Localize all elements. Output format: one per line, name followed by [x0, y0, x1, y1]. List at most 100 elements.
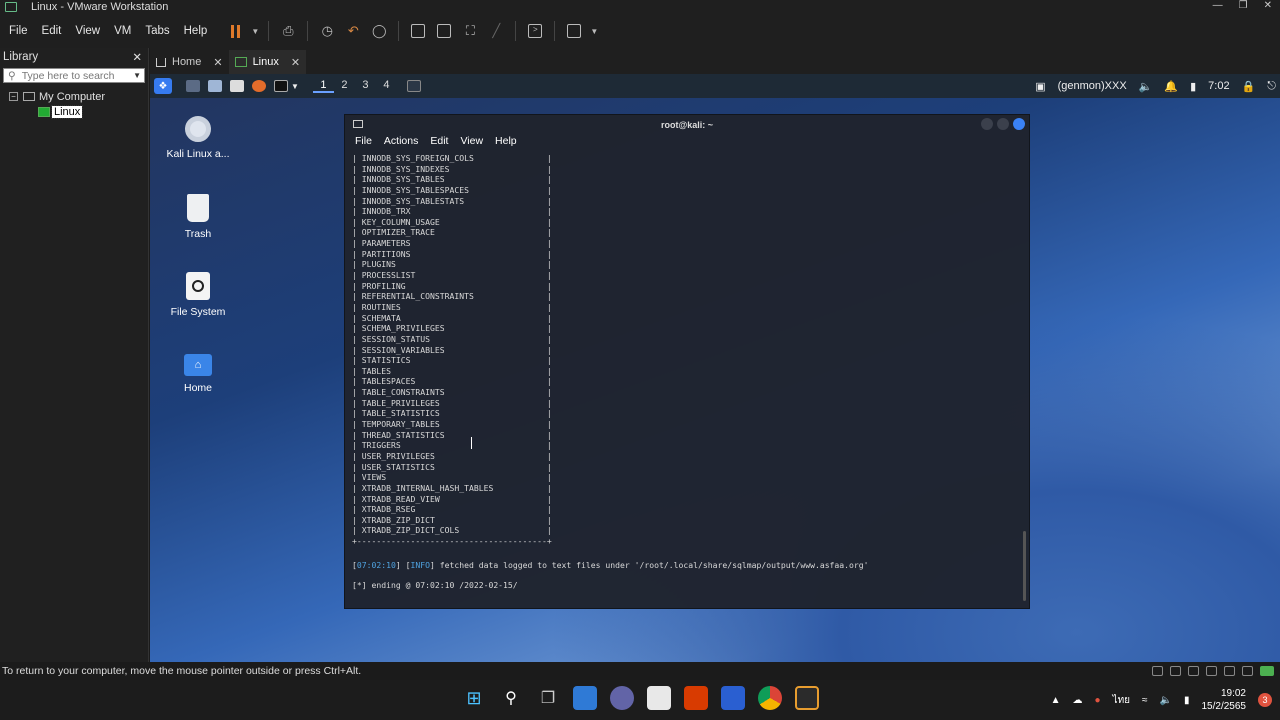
cloud-icon[interactable]: ☁: [1073, 695, 1083, 706]
table-row: | TABLES |: [352, 365, 552, 376]
tab-linux[interactable]: Linux ✕: [228, 50, 307, 74]
tab-home[interactable]: Home ✕: [150, 50, 229, 74]
terminal-window-button[interactable]: [406, 80, 421, 92]
pause-button[interactable]: [224, 20, 246, 42]
chevron-down-icon[interactable]: ▼: [291, 82, 299, 91]
workspace-3[interactable]: 3: [355, 79, 376, 93]
chevron-up-icon[interactable]: ▲: [1051, 695, 1061, 706]
taskbar-apps: ⊞ ⚲ ❐: [462, 686, 819, 710]
toolbar-divider: [268, 21, 270, 41]
minimize-icon[interactable]: —: [1213, 0, 1223, 11]
widgets-icon[interactable]: [573, 686, 597, 710]
volume-icon[interactable]: 🔈: [1139, 80, 1153, 93]
close-icon[interactable]: ✕: [291, 56, 300, 69]
maximize-icon[interactable]: [997, 118, 1009, 130]
firefox-icon[interactable]: [252, 80, 266, 92]
notification-badge[interactable]: 3: [1258, 693, 1272, 707]
close-icon[interactable]: ✕: [1264, 0, 1272, 11]
revert-snapshot-icon[interactable]: ↶: [342, 20, 364, 42]
unity-icon[interactable]: ╱: [485, 20, 507, 42]
teams-chat-icon[interactable]: [610, 686, 634, 710]
terminal-window[interactable]: root@kali: ~ File Actions Edit View Help…: [344, 114, 1030, 609]
restore-icon[interactable]: ❐: [1239, 0, 1248, 11]
vmware-taskbar-icon[interactable]: [795, 686, 819, 710]
menu-vm[interactable]: VM: [107, 25, 138, 37]
terminal-scrollbar[interactable]: [1023, 531, 1026, 601]
hard-disk-icon[interactable]: [1152, 666, 1163, 676]
sound-card-icon[interactable]: [1224, 666, 1235, 676]
network-adapter-icon[interactable]: [1188, 666, 1199, 676]
send-ctrl-alt-del-icon[interactable]: ⎙: [277, 20, 299, 42]
language-indicator[interactable]: ไทย: [1113, 693, 1130, 708]
message-log-icon[interactable]: [1260, 666, 1274, 676]
close-icon[interactable]: ✕: [132, 50, 142, 64]
desktop-icon-home[interactable]: ⌂ Home: [158, 354, 238, 394]
full-screen-icon[interactable]: ⛶: [459, 20, 481, 42]
terminal-output[interactable]: | INNODB_SYS_FOREIGN_COLS | | INNODB_SYS_…: [352, 153, 1017, 608]
search-icon[interactable]: ⚲: [499, 686, 523, 710]
workspace-2[interactable]: 2: [334, 79, 355, 93]
text-editor-icon[interactable]: [230, 80, 244, 92]
terminal-menu-edit[interactable]: Edit: [430, 135, 448, 151]
workspace-1[interactable]: 1: [312, 79, 334, 93]
console-view-icon[interactable]: >: [524, 20, 546, 42]
tree-item-my-computer[interactable]: − My Computer: [0, 89, 148, 104]
usb-icon[interactable]: [1206, 666, 1217, 676]
wifi-icon[interactable]: ≈: [1142, 695, 1148, 706]
close-icon[interactable]: ✕: [213, 56, 222, 69]
tab-bar: Home ✕ Linux ✕: [150, 48, 1280, 74]
menu-view[interactable]: View: [68, 25, 107, 37]
microphone-icon[interactable]: ●: [1095, 695, 1101, 706]
desktop-icon-kali-installer[interactable]: Kali Linux a...: [158, 116, 238, 160]
menu-edit[interactable]: Edit: [35, 25, 69, 37]
system-clock[interactable]: 19:02 15/2/2565: [1202, 687, 1247, 713]
notification-bell-icon[interactable]: 🔔: [1164, 80, 1178, 93]
guest-desktop[interactable]: ❖ ▼ 1 2 3 4 ▣ (genmon)XXX 🔈 🔔 ▮ 7:02 🔒 ⎋…: [150, 74, 1280, 662]
terminal-menu-file[interactable]: File: [355, 135, 372, 151]
kali-menu-icon[interactable]: ❖: [154, 78, 172, 94]
menu-help[interactable]: Help: [177, 25, 215, 37]
windows-start-icon[interactable]: ⊞: [462, 686, 486, 710]
editor-app-icon[interactable]: [721, 686, 745, 710]
lock-icon[interactable]: 🔒: [1242, 80, 1256, 93]
chevron-down-icon[interactable]: ▼: [250, 20, 260, 42]
task-view-icon[interactable]: ❐: [536, 686, 560, 710]
table-row: | VIEWS |: [352, 472, 552, 483]
home-folder-icon: ⌂: [184, 354, 212, 376]
menu-file[interactable]: File: [2, 25, 35, 37]
ending-line: [*] ending @ 07:02:10 /2022-02-15/: [352, 580, 518, 590]
snapshot-manager-icon[interactable]: ◯: [368, 20, 390, 42]
chevron-down-icon[interactable]: ▼: [133, 71, 141, 80]
display-icon[interactable]: [1242, 666, 1253, 676]
collapse-icon[interactable]: −: [9, 92, 18, 101]
stretch-guest-icon[interactable]: [563, 20, 585, 42]
show-desktop-icon[interactable]: [186, 80, 200, 92]
snapshot-icon[interactable]: ◷: [316, 20, 338, 42]
tree-item-linux[interactable]: Linux: [0, 104, 148, 119]
chrome-icon[interactable]: [758, 686, 782, 710]
cd-drive-icon[interactable]: [1170, 666, 1181, 676]
chevron-down-icon[interactable]: ▼: [589, 20, 599, 42]
volume-icon[interactable]: 🔈: [1160, 695, 1172, 706]
panel-clock[interactable]: 7:02: [1208, 80, 1229, 92]
terminal-titlebar[interactable]: root@kali: ~: [345, 115, 1029, 135]
terminal-menu-actions[interactable]: Actions: [384, 135, 418, 151]
table-row: | TABLE_CONSTRAINTS |: [352, 387, 552, 398]
desktop-icon-trash[interactable]: Trash: [158, 194, 238, 240]
microsoft-store-icon[interactable]: [647, 686, 671, 710]
power-icon[interactable]: ⎋: [1267, 80, 1276, 93]
desktop-icon-file-system[interactable]: File System: [158, 272, 238, 318]
thumbnail-view-icon[interactable]: [433, 20, 455, 42]
file-manager-icon[interactable]: [208, 80, 222, 92]
library-view-icon[interactable]: [407, 20, 429, 42]
library-search-input[interactable]: ⚲ Type here to search ▼: [3, 68, 145, 83]
terminal-menu-help[interactable]: Help: [495, 135, 517, 151]
close-icon[interactable]: [1013, 118, 1025, 130]
terminal-icon[interactable]: [274, 80, 288, 92]
minimize-icon[interactable]: [981, 118, 993, 130]
office-icon[interactable]: [684, 686, 708, 710]
terminal-menu-view[interactable]: View: [460, 135, 483, 151]
battery-icon[interactable]: ▮: [1184, 695, 1190, 706]
workspace-4[interactable]: 4: [376, 79, 397, 93]
menu-tabs[interactable]: Tabs: [138, 25, 176, 37]
